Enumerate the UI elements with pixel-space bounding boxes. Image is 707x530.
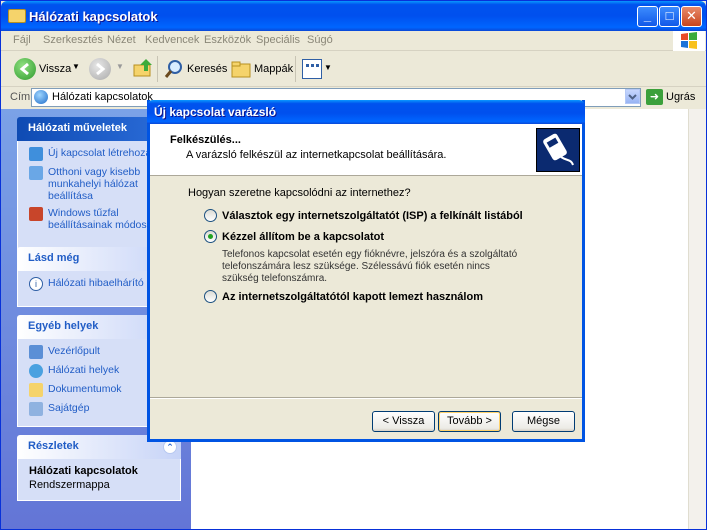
new-connection-icon bbox=[29, 147, 43, 161]
views-dropdown-icon[interactable]: ▼ bbox=[324, 63, 332, 72]
go-button-label[interactable]: Ugrás bbox=[666, 91, 695, 103]
see-also-title: Lásd még bbox=[28, 252, 80, 264]
search-icon[interactable] bbox=[163, 58, 185, 80]
back-dropdown-icon[interactable]: ▼ bbox=[72, 62, 80, 71]
radio-isp-list[interactable] bbox=[204, 209, 217, 222]
cancel-button[interactable]: Mégse bbox=[512, 411, 575, 432]
search-button-label[interactable]: Keresés bbox=[187, 63, 227, 75]
new-connection-wizard: Új kapcsolat varázsló Felkészülés... A v… bbox=[147, 100, 585, 442]
firewall-icon bbox=[29, 207, 43, 221]
network-places-icon bbox=[29, 364, 43, 378]
dialog-subheading: A varázsló felkészül az internetkapcsola… bbox=[186, 149, 447, 161]
maximize-button[interactable]: □ bbox=[659, 6, 680, 27]
dialog-title: Új kapcsolat varázsló bbox=[154, 105, 277, 119]
wizard-phone-icon bbox=[536, 128, 580, 172]
info-icon: i bbox=[29, 277, 43, 291]
radio-manual[interactable] bbox=[204, 230, 217, 243]
vertical-scrollbar[interactable] bbox=[688, 109, 706, 529]
back-arrow-icon[interactable] bbox=[14, 58, 36, 80]
menu-tools[interactable]: Eszközök bbox=[204, 34, 251, 46]
details-title: Részletek bbox=[28, 440, 79, 452]
close-button[interactable]: ✕ bbox=[681, 6, 702, 27]
menu-view[interactable]: Nézet bbox=[107, 34, 136, 46]
network-folder-icon bbox=[8, 9, 26, 23]
up-folder-icon[interactable] bbox=[132, 57, 154, 79]
window-title: Hálózati kapcsolatok bbox=[29, 9, 158, 24]
menu-file[interactable]: Fájl bbox=[13, 34, 31, 46]
folders-icon[interactable] bbox=[230, 58, 252, 80]
dialog-header: Felkészülés... A varázsló felkészül az i… bbox=[150, 124, 582, 176]
dialog-separator bbox=[150, 397, 582, 399]
details-name: Hálózati kapcsolatok bbox=[29, 465, 138, 477]
go-arrow-icon[interactable]: ➜ bbox=[646, 89, 663, 105]
option-isp-disk[interactable]: Az internetszolgáltatótól kapott lemezt … bbox=[204, 290, 483, 303]
menu-bar: Fájl Szerkesztés Nézet Kedvencek Eszközö… bbox=[1, 31, 706, 51]
minimize-button[interactable]: _ bbox=[637, 6, 658, 27]
views-icon[interactable] bbox=[302, 59, 322, 79]
back-button[interactable]: < Vissza bbox=[372, 411, 435, 432]
back-button-label[interactable]: Vissza bbox=[39, 63, 71, 75]
address-label: Cím bbox=[10, 91, 31, 103]
details-panel: Részletek ⌃ Hálózati kapcsolatok Rendsze… bbox=[17, 435, 181, 501]
dialog-body: Hogyan szeretne kapcsolódni az interneth… bbox=[150, 177, 582, 397]
other-places-title: Egyéb helyek bbox=[28, 320, 99, 332]
dialog-heading: Felkészülés... bbox=[170, 134, 241, 146]
folders-button-label[interactable]: Mappák bbox=[254, 63, 293, 75]
title-bar[interactable]: Hálózati kapcsolatok _ □ ✕ bbox=[1, 1, 706, 31]
manual-option-description: Telefonos kapcsolat esetén egy fióknévre… bbox=[222, 249, 518, 284]
menu-help[interactable]: Súgó bbox=[307, 34, 333, 46]
forward-dropdown-icon[interactable]: ▼ bbox=[116, 62, 124, 71]
address-dropdown-icon[interactable] bbox=[625, 89, 640, 104]
connection-question: Hogyan szeretne kapcsolódni az interneth… bbox=[188, 187, 411, 199]
network-tasks-title: Hálózati műveletek bbox=[28, 122, 128, 134]
menu-edit[interactable]: Szerkesztés bbox=[43, 34, 103, 46]
documents-folder-icon bbox=[29, 383, 43, 397]
menu-favorites[interactable]: Kedvencek bbox=[145, 34, 199, 46]
collapse-chevron-icon[interactable]: ⌃ bbox=[163, 440, 177, 454]
windows-logo-icon bbox=[673, 31, 705, 51]
address-value: Hálózati kapcsolatok bbox=[52, 91, 153, 103]
option-manual[interactable]: Kézzel állítom be a kapcsolatot bbox=[204, 230, 384, 243]
my-computer-icon bbox=[29, 402, 43, 416]
home-network-icon bbox=[29, 166, 43, 180]
menu-advanced[interactable]: Speciális bbox=[256, 34, 300, 46]
dialog-title-bar[interactable]: Új kapcsolat varázsló bbox=[147, 100, 585, 124]
network-globe-icon bbox=[34, 90, 48, 104]
option-isp-list[interactable]: Választok egy internetszolgáltatót (ISP)… bbox=[204, 209, 523, 222]
details-type: Rendszermappa bbox=[29, 479, 110, 491]
next-button[interactable]: Tovább > bbox=[438, 411, 501, 432]
control-panel-icon bbox=[29, 345, 43, 359]
forward-arrow-icon[interactable] bbox=[89, 58, 111, 80]
toolbar: Vissza ▼ ▼ Keresés Mappák ▼ bbox=[1, 51, 706, 87]
radio-isp-disk[interactable] bbox=[204, 290, 217, 303]
